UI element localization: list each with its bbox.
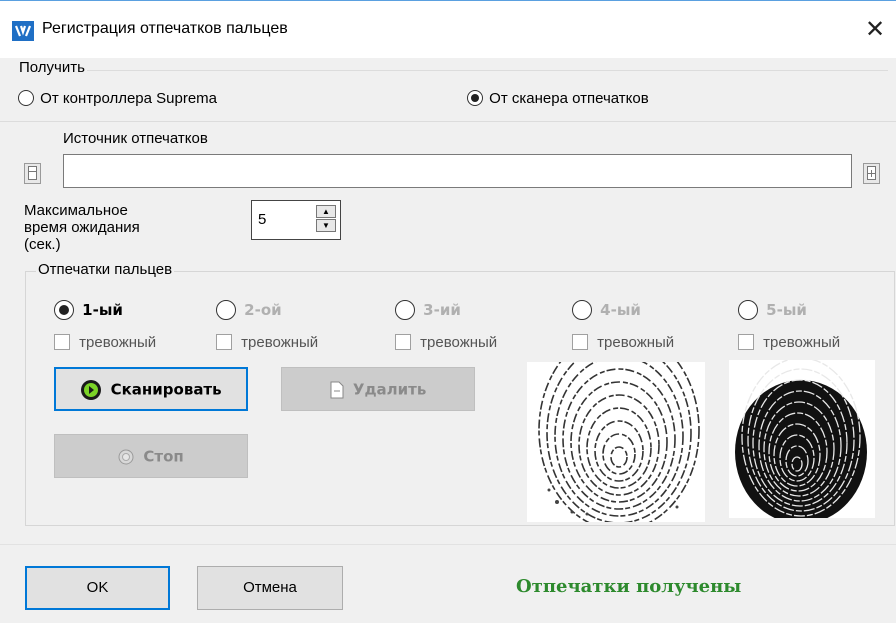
document-minus-icon bbox=[28, 166, 37, 180]
alarm-checkbox-1-box[interactable] bbox=[54, 334, 70, 351]
alarm-label-1: тревожный bbox=[79, 333, 157, 351]
alarm-checkbox-4[interactable]: тревожный bbox=[572, 333, 674, 351]
alarm-label-5: тревожный bbox=[763, 333, 841, 351]
footer-divider bbox=[0, 544, 896, 545]
remove-source-button[interactable] bbox=[24, 163, 41, 184]
finger-label-3: 3-ий bbox=[423, 301, 461, 319]
title-bar: Регистрация отпечатков пальцев ✕ bbox=[0, 0, 896, 58]
source-input[interactable] bbox=[63, 154, 852, 188]
finger-radio-4[interactable] bbox=[572, 300, 592, 320]
timeout-label: Максимальное время ожидания (сек.) bbox=[24, 202, 140, 253]
alarm-checkbox-3-box[interactable] bbox=[395, 334, 411, 351]
app-logo-icon bbox=[12, 21, 34, 41]
finger-radio-5[interactable] bbox=[738, 300, 758, 320]
radio-from-controller-control[interactable] bbox=[18, 90, 34, 107]
finger-label-1: 1-ый bbox=[82, 301, 123, 319]
fingerprint-preview-dark bbox=[729, 360, 875, 518]
close-icon[interactable]: ✕ bbox=[860, 15, 890, 45]
finger-radio-2[interactable] bbox=[216, 300, 236, 320]
alarm-label-3: тревожный bbox=[420, 333, 498, 351]
stop-button[interactable]: Стоп bbox=[54, 434, 248, 478]
alarm-checkbox-2-box[interactable] bbox=[216, 334, 232, 351]
cancel-button[interactable]: Отмена bbox=[197, 566, 343, 610]
delete-button-label: Удалить bbox=[352, 380, 427, 399]
radio-from-controller-label: От контроллера Suprema bbox=[40, 89, 218, 107]
timeout-label-line: Максимальное bbox=[24, 202, 128, 219]
timeout-label-line: время ожидания bbox=[24, 219, 140, 236]
radio-from-scanner-control[interactable] bbox=[467, 90, 483, 107]
finger-label-4: 4-ый bbox=[600, 301, 641, 319]
alarm-checkbox-1[interactable]: тревожный bbox=[54, 333, 156, 351]
scan-button-label: Сканировать bbox=[110, 380, 222, 399]
spinner-down-icon[interactable]: ▼ bbox=[316, 219, 336, 232]
ok-button[interactable]: OK bbox=[25, 566, 170, 610]
fingerprint-preview-light bbox=[527, 362, 705, 522]
source-label: Источник отпечатков bbox=[63, 130, 208, 147]
alarm-checkbox-5-box[interactable] bbox=[738, 334, 754, 351]
radio-from-controller[interactable]: От контроллера Suprema bbox=[18, 89, 217, 109]
finger-slot-1[interactable]: 1-ый bbox=[54, 300, 123, 320]
timeout-label-line: (сек.) bbox=[24, 236, 61, 253]
alarm-checkbox-5[interactable]: тревожный bbox=[738, 333, 840, 351]
timeout-spinner-buttons: ▲ ▼ bbox=[316, 205, 336, 233]
alarm-checkbox-4-box[interactable] bbox=[572, 334, 588, 351]
finger-slot-2[interactable]: 2-ой bbox=[216, 300, 282, 320]
status-message: Отпечатки получены bbox=[516, 576, 742, 597]
radio-from-scanner[interactable]: От сканера отпечатков bbox=[467, 89, 649, 109]
add-source-button[interactable] bbox=[863, 163, 880, 184]
scan-icon bbox=[81, 379, 102, 400]
alarm-checkbox-2[interactable]: тревожный bbox=[216, 333, 318, 351]
finger-slot-5[interactable]: 5-ый bbox=[738, 300, 807, 320]
obtain-group-border bbox=[18, 70, 888, 71]
radio-from-scanner-label: От сканера отпечатков bbox=[489, 89, 649, 107]
stop-icon bbox=[118, 449, 134, 464]
finger-radio-3[interactable] bbox=[395, 300, 415, 320]
fingerprint-image bbox=[527, 362, 705, 522]
fingerprints-group-label: Отпечатки пальцев bbox=[36, 261, 175, 278]
finger-label-5: 5-ый bbox=[766, 301, 807, 319]
fingerprint-image bbox=[729, 360, 875, 518]
finger-slot-3[interactable]: 3-ий bbox=[395, 300, 461, 320]
finger-slot-4[interactable]: 4-ый bbox=[572, 300, 641, 320]
alarm-label-2: тревожный bbox=[241, 333, 319, 351]
section-divider bbox=[0, 121, 896, 122]
finger-radio-1[interactable] bbox=[54, 300, 74, 320]
delete-button[interactable]: Удалить bbox=[281, 367, 475, 411]
scan-button[interactable]: Сканировать bbox=[54, 367, 248, 411]
window-title: Регистрация отпечатков пальцев bbox=[42, 20, 288, 37]
alarm-checkbox-3[interactable]: тревожный bbox=[395, 333, 497, 351]
alarm-label-4: тревожный bbox=[597, 333, 675, 351]
finger-label-2: 2-ой bbox=[244, 301, 282, 319]
obtain-group-label: Получить bbox=[17, 59, 87, 76]
document-minus-icon bbox=[330, 381, 344, 398]
spinner-up-icon[interactable]: ▲ bbox=[316, 205, 336, 218]
stop-button-label: Стоп bbox=[143, 447, 184, 466]
